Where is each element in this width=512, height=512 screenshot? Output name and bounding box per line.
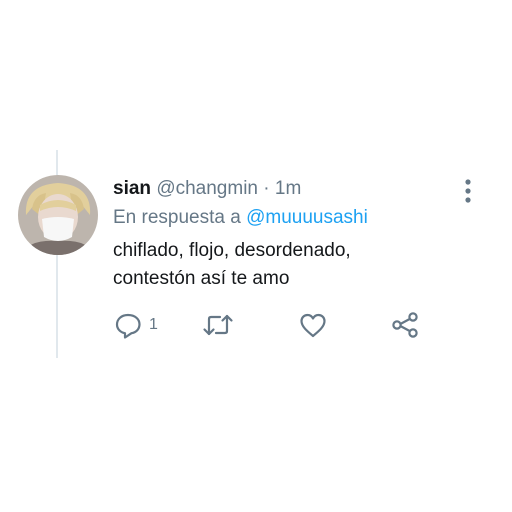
- reply-count: 1: [149, 316, 158, 333]
- avatar[interactable]: [18, 175, 98, 255]
- retweet-button[interactable]: [201, 310, 235, 340]
- display-name[interactable]: sian: [113, 178, 151, 199]
- heart-icon: [300, 313, 326, 338]
- more-button[interactable]: [458, 178, 478, 204]
- reply-context: En respuesta a @muuuusashi: [113, 206, 368, 230]
- tweet-reply-screen: sian @changmin · 1m En respuesta a @muuu…: [0, 0, 512, 512]
- tweet-text-line: chiflado, flojo, desordenado,: [113, 240, 351, 261]
- handle[interactable]: @changmin: [156, 178, 258, 199]
- tweet-text-line: contestón así te amo: [113, 268, 290, 289]
- retweet-icon: [203, 314, 233, 336]
- tweet-text: chiflado, flojo, desordenado, contestón …: [113, 237, 473, 293]
- separator: ·: [263, 178, 270, 199]
- timestamp[interactable]: 1m: [275, 178, 301, 199]
- more-vertical-icon: [465, 179, 471, 203]
- like-button[interactable]: [298, 310, 328, 340]
- tweet-header: sian @changmin · 1m: [113, 177, 301, 201]
- share-icon: [392, 312, 418, 338]
- reply-button[interactable]: 1: [113, 310, 158, 340]
- reply-prefix: En respuesta a: [113, 207, 241, 228]
- share-button[interactable]: [390, 310, 420, 340]
- reply-to-mention[interactable]: @muuuusashi: [246, 207, 368, 228]
- reply-icon: [115, 313, 141, 339]
